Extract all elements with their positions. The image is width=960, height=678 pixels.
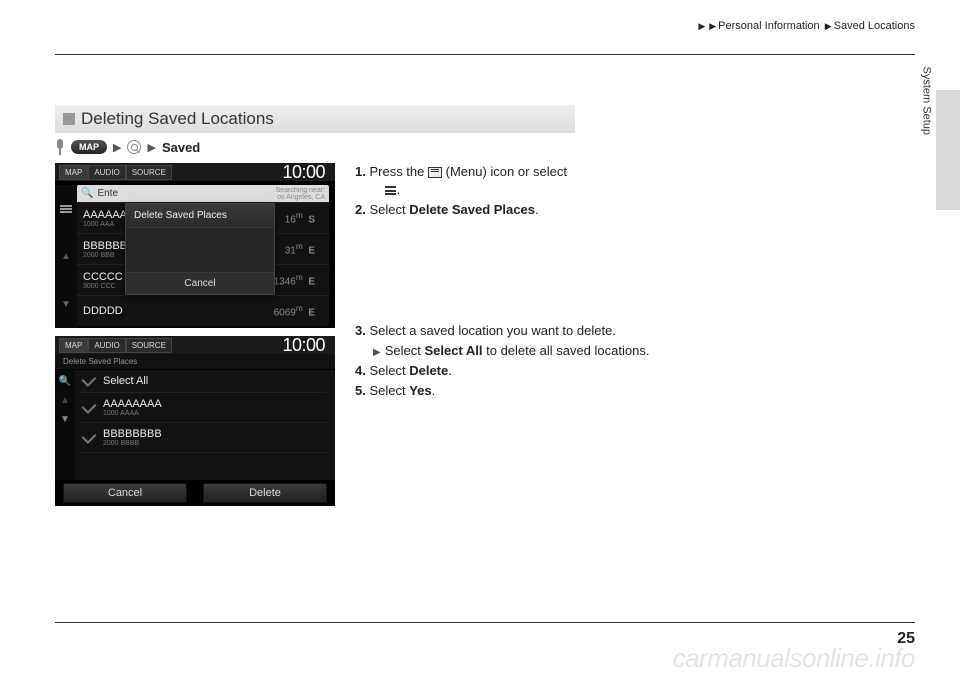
scroll-up-icon[interactable]: ▲ bbox=[61, 251, 71, 262]
tab-audio[interactable]: AUDIO bbox=[88, 165, 125, 180]
tab-source[interactable]: SOURCE bbox=[126, 338, 172, 353]
tab-map[interactable]: MAP bbox=[59, 338, 88, 353]
divider bbox=[55, 54, 915, 55]
voice-icon bbox=[55, 139, 65, 155]
hamburger-icon bbox=[385, 186, 396, 195]
menu-icon[interactable] bbox=[60, 204, 72, 214]
delete-button[interactable]: Delete bbox=[203, 483, 327, 503]
section-title: Deleting Saved Locations bbox=[55, 105, 575, 133]
delete-places-modal: Delete Saved Places Cancel bbox=[125, 203, 275, 295]
search-icon: 🔍 bbox=[81, 188, 93, 199]
step-3: 3. Select a saved location you want to d… bbox=[355, 322, 915, 340]
clock: 10:00 bbox=[282, 163, 331, 183]
divider bbox=[55, 622, 915, 623]
chevron-right-icon: ▶ bbox=[698, 21, 705, 31]
chevron-right-icon: ▶ bbox=[709, 21, 716, 31]
instructions: 1. Press the (Menu) icon or select . 2. … bbox=[355, 163, 915, 506]
nav-path: MAP ▶ ▶ Saved bbox=[55, 139, 915, 155]
scroll-down-icon[interactable]: ▼ bbox=[61, 299, 71, 310]
map-button-pill: MAP bbox=[71, 140, 107, 154]
section-title-text: Deleting Saved Locations bbox=[81, 109, 274, 129]
search-icon bbox=[127, 140, 141, 154]
check-icon bbox=[82, 429, 97, 444]
side-tab-label: System Setup bbox=[920, 67, 932, 135]
list-item[interactable]: BBBBBBBB 2000 BBBB bbox=[79, 423, 327, 453]
screenshot-delete-modal: MAP AUDIO SOURCE 10:00 ▲ ▼ 🔍 Ente Search… bbox=[55, 163, 335, 328]
search-input[interactable]: 🔍 Ente Searching near:os Angeles, CA bbox=[77, 185, 329, 202]
step-5: 5. Select Yes. bbox=[355, 382, 915, 400]
step-2: 2. Select Delete Saved Places. bbox=[355, 201, 915, 219]
cancel-button[interactable]: Cancel bbox=[63, 483, 187, 503]
step-3-sub: ▶Select Select All to delete all saved l… bbox=[355, 342, 915, 360]
check-icon bbox=[82, 372, 97, 387]
select-all-row[interactable]: Select All bbox=[79, 370, 327, 393]
chevron-right-icon: ▶ bbox=[113, 141, 121, 154]
tab-map[interactable]: MAP bbox=[59, 165, 88, 180]
breadcrumb-seg-1: Personal Information bbox=[718, 20, 820, 32]
triangle-bullet-icon: ▶ bbox=[373, 347, 381, 358]
list-item[interactable]: AAAAAAAA 1000 AAAA bbox=[79, 393, 327, 423]
breadcrumb: ▶▶Personal Information ▶Saved Locations bbox=[55, 20, 915, 36]
screen-title: Delete Saved Places bbox=[55, 354, 335, 369]
side-tab bbox=[936, 90, 960, 210]
search-hint: Searching near:os Angeles, CA bbox=[276, 187, 325, 201]
step-4: 4. Select Delete. bbox=[355, 362, 915, 380]
modal-title[interactable]: Delete Saved Places bbox=[126, 204, 274, 228]
tab-audio[interactable]: AUDIO bbox=[88, 338, 125, 353]
scroll-up-icon[interactable]: ▲ bbox=[60, 395, 70, 406]
scroll-down-icon[interactable]: ▼ bbox=[60, 414, 70, 425]
clock: 10:00 bbox=[282, 336, 331, 356]
step-1: 1. Press the (Menu) icon or select . bbox=[355, 163, 915, 199]
modal-cancel-button[interactable]: Cancel bbox=[126, 272, 274, 294]
list-item[interactable]: DDDDD 6069m E bbox=[77, 295, 329, 326]
square-bullet-icon bbox=[63, 113, 75, 125]
menu-icon bbox=[428, 167, 442, 178]
search-text: Ente bbox=[97, 188, 118, 199]
watermark: carmanualsonline.info bbox=[673, 643, 915, 674]
nav-end-label: Saved bbox=[162, 140, 200, 155]
check-icon bbox=[82, 399, 97, 414]
chevron-right-icon: ▶ bbox=[147, 141, 155, 154]
breadcrumb-seg-2: Saved Locations bbox=[834, 20, 915, 32]
screenshot-delete-list: MAP AUDIO SOURCE 10:00 Delete Saved Plac… bbox=[55, 336, 335, 506]
search-icon[interactable]: 🔍 bbox=[59, 376, 71, 387]
tab-source[interactable]: SOURCE bbox=[126, 165, 172, 180]
chevron-right-icon: ▶ bbox=[825, 21, 832, 31]
